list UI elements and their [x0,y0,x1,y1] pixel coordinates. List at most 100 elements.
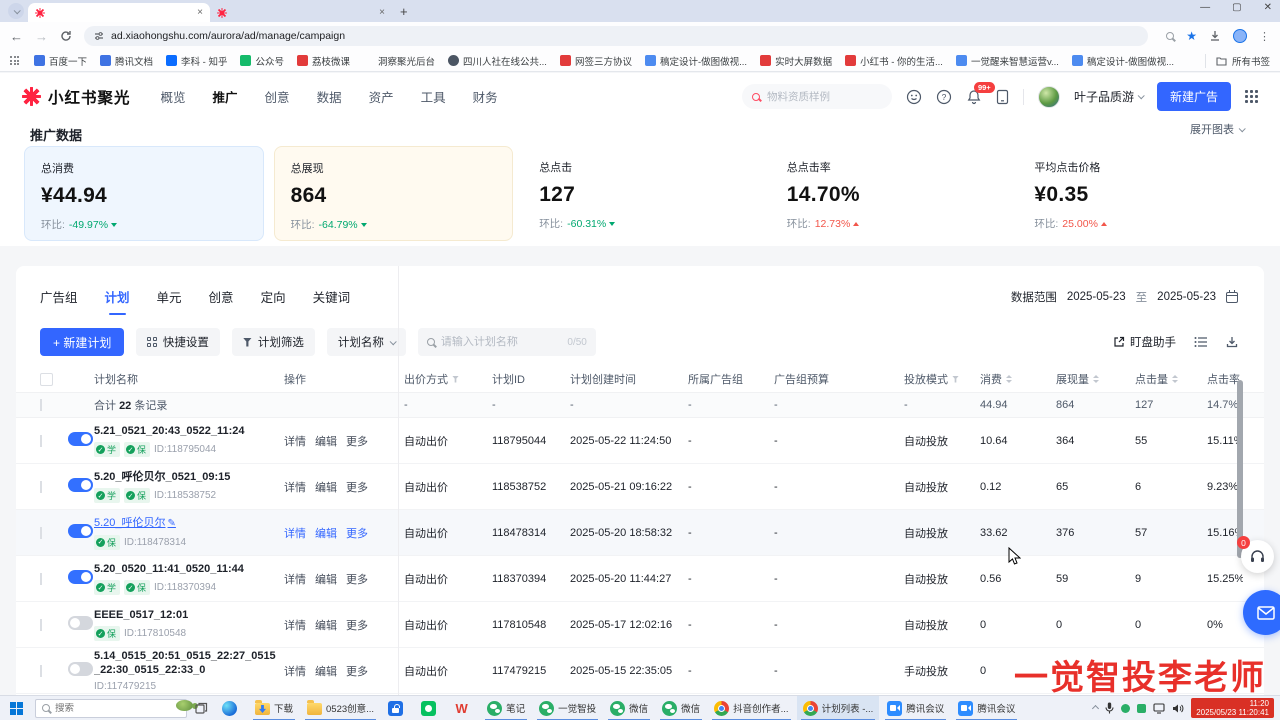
browser-menu-icon[interactable]: ⋮ [1259,30,1270,43]
bookmark-item[interactable]: 公众号 [240,54,284,68]
site-settings-icon[interactable] [94,31,104,41]
tab-close-icon[interactable]: × [197,7,203,18]
forward-button[interactable]: → [35,30,48,43]
edit-link[interactable]: 编辑 [315,525,337,541]
plan-toggle[interactable] [68,432,93,446]
bookmark-item[interactable]: 李科 - 知乎 [166,54,227,68]
table-row[interactable]: 5.20_0520_11:41_0520_11:44 学 保 ID:118370… [16,556,1264,602]
bookmark-item[interactable]: 稿定设计-做图做视... [1072,54,1174,68]
column-header-name[interactable]: 计划名称 [94,371,284,387]
taskbar-app[interactable]: 微信 [604,696,654,720]
more-link[interactable]: 更多 [346,479,368,495]
bookmark-item[interactable]: 四川人社在线公共... [448,54,547,68]
window-close-button[interactable]: ✕ [1264,2,1272,13]
bookmark-item[interactable]: 一觉醒来智慧运营v... [956,54,1059,68]
date-end[interactable]: 2025-05-23 [1157,291,1216,303]
url-bar[interactable]: ad.xiaohongshu.com/aurora/ad/manage/camp… [84,26,1148,46]
bookmark-item[interactable]: 小红书 - 你的生活... [845,54,943,68]
sort-icon[interactable] [1093,375,1099,383]
row-checkbox[interactable] [40,481,42,493]
edit-link[interactable]: 编辑 [315,433,337,449]
row-checkbox[interactable] [40,619,42,631]
wechat-tray-icon[interactable] [1137,704,1146,713]
edit-link[interactable]: 编辑 [315,479,337,495]
reload-button[interactable] [60,30,72,42]
taskbar-app[interactable] [415,696,446,720]
bookmark-item[interactable]: 实时大屏数据 [760,54,832,68]
taskbar-app[interactable]: 腾讯会议 [881,696,950,720]
bookmark-item[interactable]: 洞察聚光后台 [363,54,435,68]
detail-link[interactable]: 详情 [284,571,306,587]
header-search[interactable] [742,84,892,109]
date-range-picker[interactable]: 数据范围 2025-05-23 至 2025-05-23 [1011,289,1238,305]
back-button[interactable]: ← [10,30,23,43]
table-row[interactable]: EEEE_0517_12:01 保 ID:117810548 详情 编辑 更多 … [16,602,1264,648]
entity-tab[interactable]: 广告组 [40,287,78,315]
taskbar-app[interactable]: 腾讯会议 [952,696,1021,720]
nav-item[interactable]: 财务 [473,87,498,106]
edit-link[interactable]: 编辑 [315,571,337,587]
display-icon[interactable] [1153,703,1165,714]
window-maximize-button[interactable]: ▢ [1232,2,1241,13]
scrollbar-thumb[interactable] [1237,380,1243,558]
more-link[interactable]: 更多 [346,663,368,679]
calendar-icon[interactable] [1226,292,1238,303]
row-checkbox[interactable] [40,527,42,539]
search-field-selector[interactable]: 计划名称 [327,328,406,356]
plan-name-link[interactable]: 5.20_呼伦贝尔_0521_09:15 [94,470,276,484]
new-tab-button[interactable]: + [400,5,408,18]
entity-tab[interactable]: 创意 [209,287,234,315]
filter-icon[interactable] [452,376,459,383]
plan-name-link[interactable]: 5.21_0521_20:43_0522_11:24 [94,424,276,438]
new-ad-button[interactable]: 新建广告 [1157,82,1231,111]
microphone-icon[interactable] [1105,702,1114,714]
browser-tab[interactable]: × [210,3,392,22]
apps-grid-icon[interactable] [10,56,19,65]
header-search-input[interactable] [767,91,867,103]
download-report-icon[interactable] [1226,336,1238,348]
entity-tab[interactable]: 单元 [157,287,182,315]
help-icon[interactable]: ? [936,89,952,105]
table-row[interactable]: 5.20_呼伦贝尔_0521_09:15 学 保 ID:118538752 详情… [16,464,1264,510]
table-row[interactable]: 5.21_0521_20:43_0522_11:24 学 保 ID:118795… [16,418,1264,464]
table-row[interactable]: 5.20_呼伦贝尔✎ 保 ID:118478314 详情 编辑 更多 自动出价 … [16,510,1264,556]
nav-item[interactable]: 资产 [369,87,394,106]
taskbar-app[interactable] [382,696,413,720]
row-checkbox[interactable] [40,573,42,585]
expand-chart-toggle[interactable]: 展开图表 [1190,121,1244,137]
plan-name-link[interactable]: 5.20_呼伦贝尔✎ [94,516,276,531]
bookmark-star-icon[interactable]: ★ [1186,29,1197,43]
taskbar-app[interactable]: 一觉智投 [533,696,602,720]
detail-link[interactable]: 详情 [284,617,306,633]
taskbar-app[interactable]: 笔记 [481,696,531,720]
plan-search-input[interactable] [441,336,562,348]
plan-search[interactable]: 0/50 [418,328,596,356]
more-link[interactable]: 更多 [346,525,368,541]
tab-close-icon[interactable]: × [379,7,385,18]
plan-toggle[interactable] [68,570,93,584]
nav-item[interactable]: 创意 [265,87,290,106]
tab-search-button[interactable] [8,3,24,19]
monitor-assistant-link[interactable]: 盯盘助手 [1113,334,1176,350]
start-button[interactable] [4,696,29,720]
taskbar-app[interactable] [448,696,479,720]
account-switcher[interactable]: 叶子品质游 [1074,88,1143,105]
detail-link[interactable]: 详情 [284,479,306,495]
entity-tab[interactable]: 定向 [261,287,286,315]
more-link[interactable]: 更多 [346,617,368,633]
edit-link[interactable]: 编辑 [315,663,337,679]
volume-icon[interactable] [1172,703,1184,714]
taskbar-app[interactable]: 0523创意... [301,696,380,720]
taskbar-app[interactable]: 下载 [249,696,299,720]
entity-tab[interactable]: 计划 [105,287,130,315]
taskbar-app[interactable]: 计划列表 -... [797,696,880,720]
sort-icon[interactable] [1172,375,1178,383]
plan-name-link[interactable]: EEEE_0517_12:01 [94,608,276,622]
feedback-smiley-icon[interactable] [906,89,922,105]
plan-name-link[interactable]: 5.14_0515_20:51_0515_22:27_0515_22:30_05… [94,649,276,677]
plan-toggle[interactable] [68,662,93,676]
edit-link[interactable]: 编辑 [315,617,337,633]
entity-tab[interactable]: 关键词 [313,287,351,315]
zoom-icon[interactable] [1166,32,1174,40]
mobile-app-icon[interactable] [996,89,1009,105]
